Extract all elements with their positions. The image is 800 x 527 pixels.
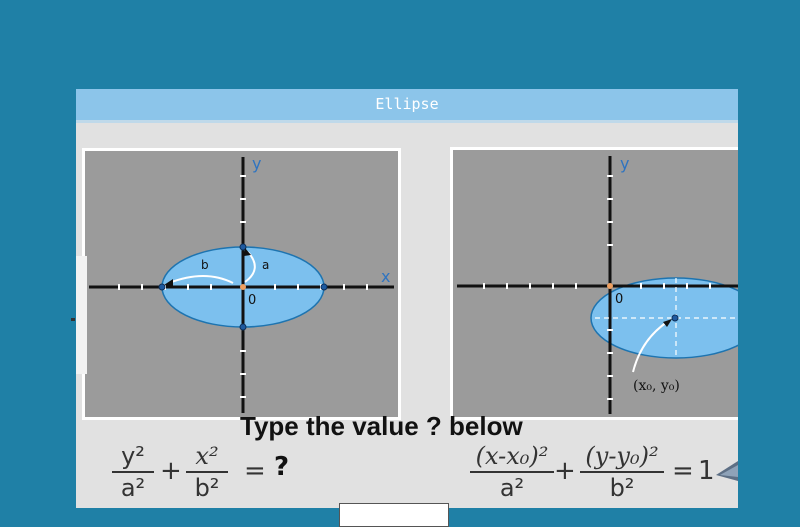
vertex-left: [158, 283, 166, 291]
fraction-y2-over-a2: y² a²: [112, 442, 154, 502]
right-ellipse-diagram: 0 (x₀, y₀) y: [450, 147, 738, 420]
vertex-bottom: [239, 323, 247, 331]
x-axis-label: x: [381, 267, 390, 286]
fraction-x-shift-over-a2: (x-x₀)² a²: [470, 442, 554, 502]
origin-label: 0: [248, 293, 256, 308]
answer-input[interactable]: [339, 503, 449, 527]
window-title: Ellipse: [76, 89, 738, 120]
origin-point: [607, 283, 613, 289]
plus-sign: +: [554, 456, 576, 486]
denominator: b²: [609, 474, 635, 502]
numerator: (y-y₀)²: [585, 442, 659, 470]
instruction-text: Type the value ? below: [240, 411, 523, 441]
numerator: y²: [121, 442, 145, 470]
denominator: a²: [499, 474, 525, 502]
numerator: (x-x₀)²: [475, 442, 549, 470]
denominator: a²: [120, 474, 146, 502]
equals-sign: =: [244, 456, 266, 486]
label-b: b: [201, 258, 209, 272]
y-axis-label: y: [620, 154, 629, 173]
fraction-bar: [186, 471, 228, 473]
fraction-bar: [580, 471, 664, 473]
origin-point: [240, 284, 246, 290]
title-divider: [76, 120, 738, 123]
vertex-right: [320, 283, 328, 291]
numerator: x²: [195, 442, 219, 470]
center-label: (x₀, y₀): [633, 378, 680, 394]
left-ellipse-diagram: b a 0 x y: [82, 148, 401, 420]
plus-sign: +: [160, 456, 182, 486]
fraction-bar: [470, 471, 554, 473]
label-a: a: [262, 258, 269, 272]
denominator: b²: [194, 474, 220, 502]
equals-sign: =: [672, 456, 694, 486]
center-point: [671, 314, 679, 322]
origin-label: 0: [615, 292, 623, 307]
unknown-value: ?: [274, 452, 290, 482]
fraction-y-shift-over-b2: (y-y₀)² b²: [580, 442, 664, 502]
pencil-icon[interactable]: [716, 457, 738, 483]
right-hand-side: 1: [698, 456, 715, 486]
side-marker: [71, 318, 75, 321]
y-axis-label: y: [252, 154, 261, 173]
side-drawer-tab[interactable]: [76, 256, 87, 374]
fraction-x2-over-b2: x² b²: [186, 442, 228, 502]
fraction-bar: [112, 471, 154, 473]
